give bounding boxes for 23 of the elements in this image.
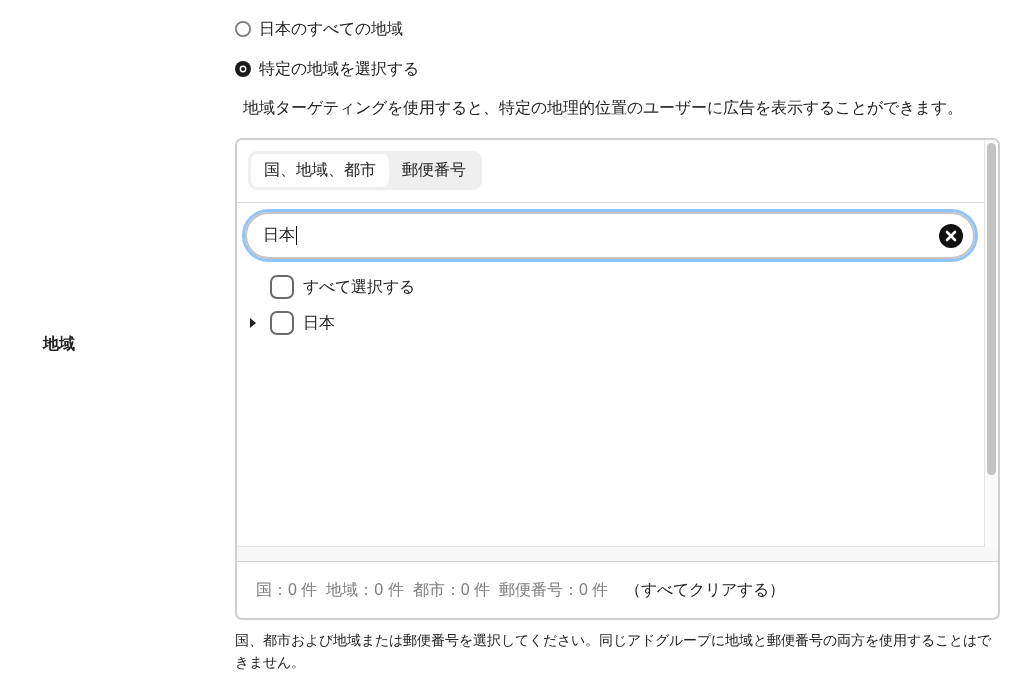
count-label: 国：0 件 xyxy=(256,579,318,600)
radio-icon[interactable] xyxy=(235,61,251,77)
tab[interactable]: 国、地域、都市 xyxy=(251,154,389,187)
caret-icon[interactable] xyxy=(250,318,256,328)
count-label: 地域：0 件 xyxy=(326,579,404,600)
checkbox-option[interactable]: 日本 xyxy=(270,311,335,335)
count-label: 郵便番号：0 件 xyxy=(499,579,609,600)
field-label: 地域 xyxy=(43,333,75,354)
radio-option[interactable]: 日本のすべての地域 xyxy=(235,19,403,39)
radio-option[interactable]: 特定の地域を選択する xyxy=(235,59,419,79)
scrollbar-thumb[interactable] xyxy=(987,143,996,475)
clear-icon[interactable] xyxy=(939,223,963,248)
tab[interactable]: 郵便番号 xyxy=(389,154,479,187)
search-field[interactable]: 日本 xyxy=(245,212,975,259)
checkbox[interactable] xyxy=(270,311,294,335)
radio-icon[interactable] xyxy=(235,21,251,37)
clear-all-link[interactable]: （すべてクリアする） xyxy=(625,579,786,601)
checkbox-option[interactable]: すべて選択する xyxy=(270,275,415,299)
text-cursor xyxy=(296,226,297,245)
count-label: 都市：0 件 xyxy=(412,579,491,600)
help-text: 国、都市および地域または郵便番号を選択してください。同じアドグループに地域と郵便番号の両方を使用することはできません。 xyxy=(235,631,992,672)
description-text: 地域ターゲティングを使用すると、特定の地理的位置のユーザーに広告を表示することができます。 xyxy=(242,99,964,117)
checkbox[interactable] xyxy=(270,275,294,299)
